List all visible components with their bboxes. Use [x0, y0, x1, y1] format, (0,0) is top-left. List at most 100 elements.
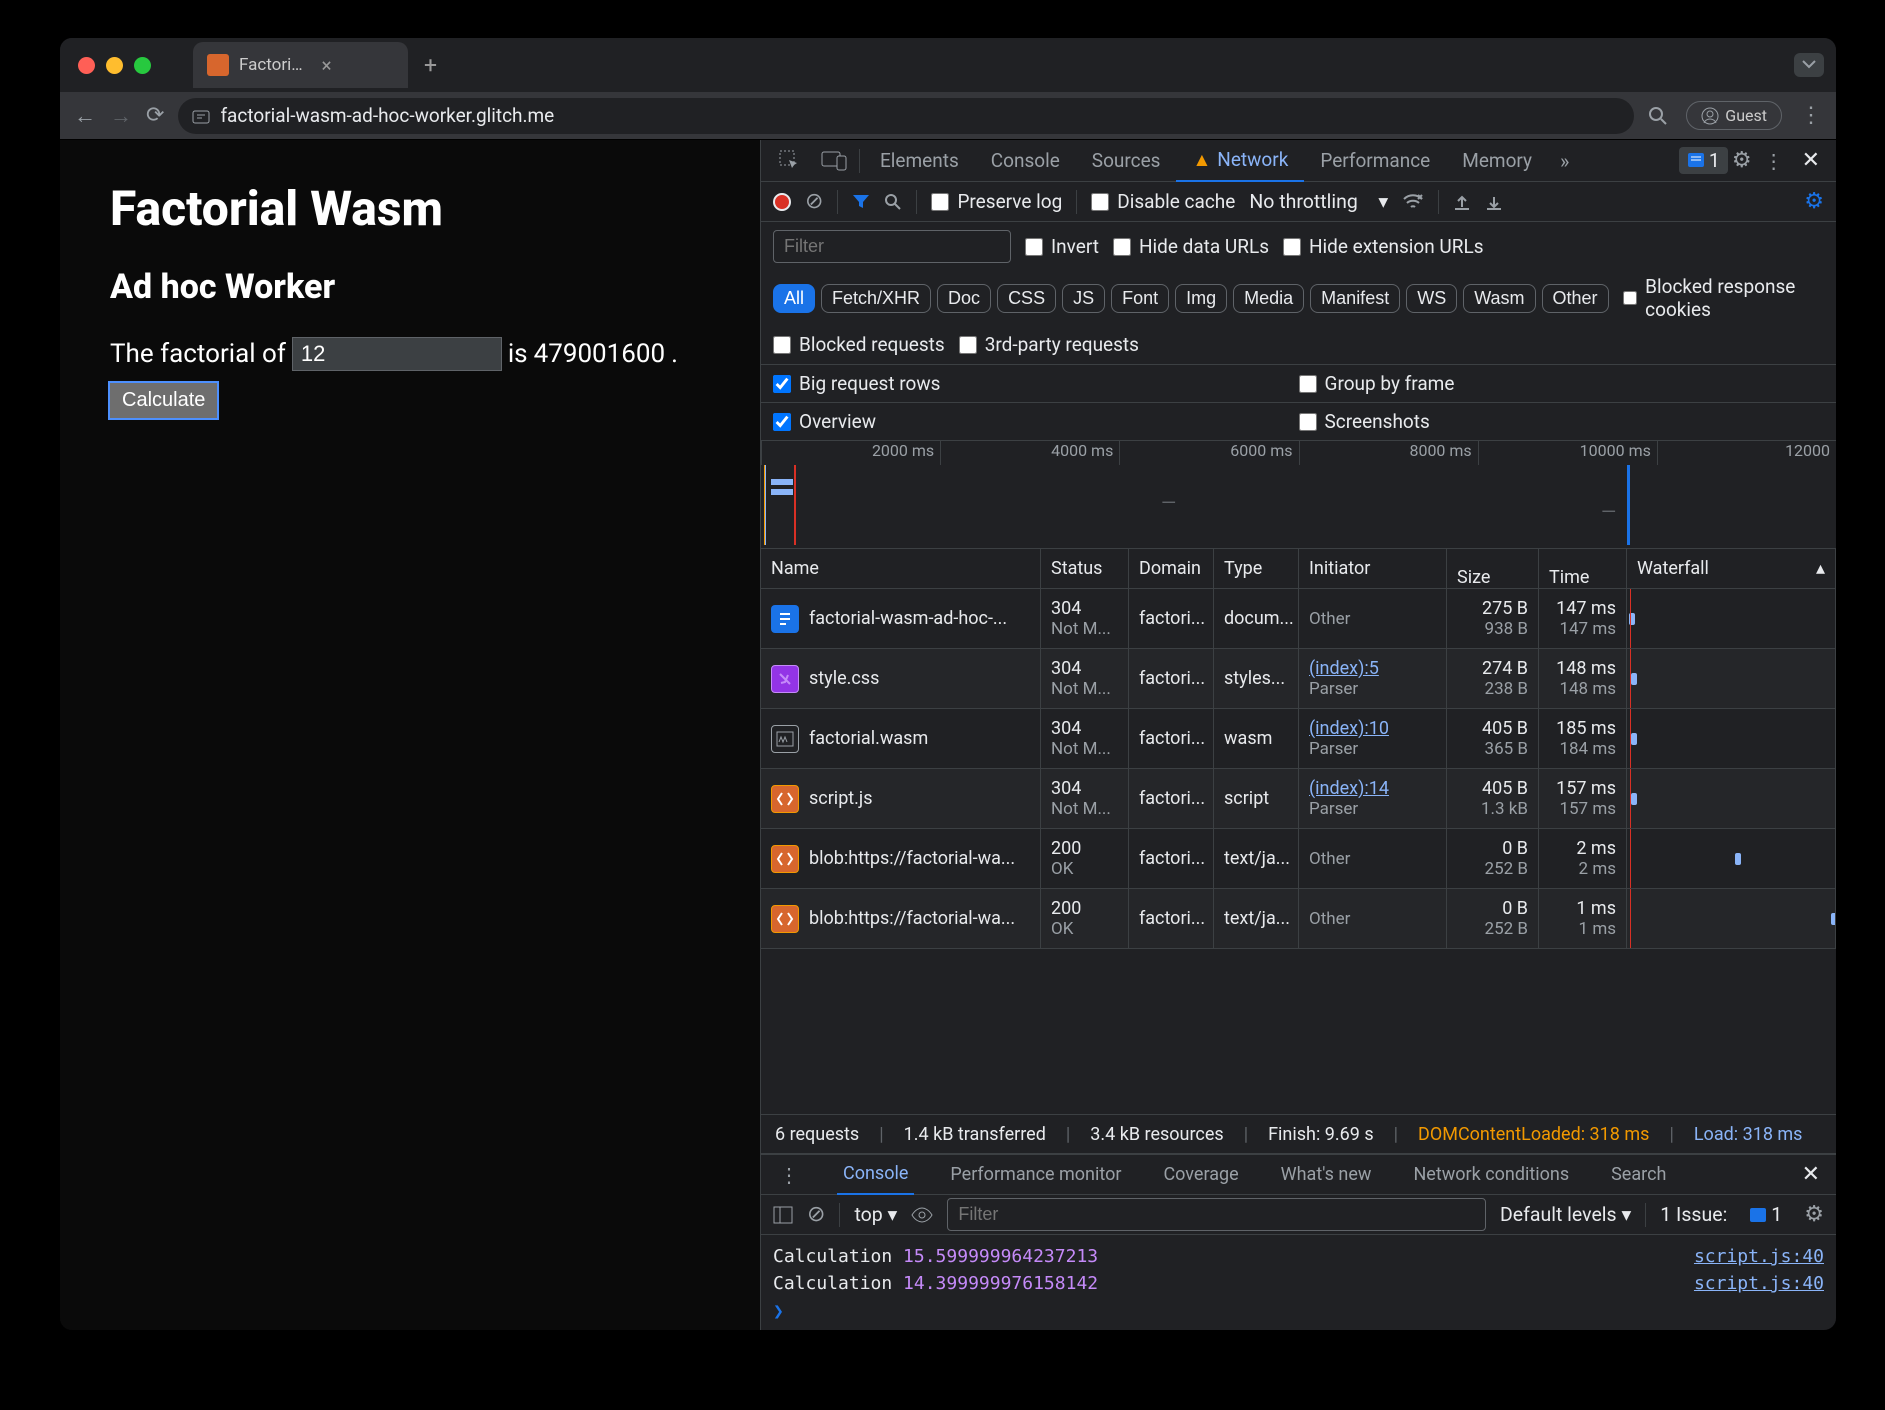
blocked-cookies-checkbox[interactable]: Blocked response cookies	[1623, 275, 1824, 321]
third-party-checkbox[interactable]: 3rd-party requests	[959, 333, 1139, 356]
browser-tab[interactable]: Factorial Wasm (ad hoc Work ×	[193, 42, 408, 88]
col-name[interactable]: Name	[761, 549, 1041, 588]
console-sidebar-icon[interactable]	[773, 1206, 793, 1224]
col-initiator[interactable]: Initiator	[1299, 549, 1447, 588]
tab-sources[interactable]: Sources	[1076, 140, 1177, 182]
chip-other[interactable]: Other	[1542, 284, 1609, 313]
issues-chip[interactable]: 1	[1679, 147, 1728, 174]
throttling-select[interactable]: No throttling ▾	[1249, 190, 1388, 213]
calculate-button[interactable]: Calculate	[110, 383, 217, 418]
console-prompt[interactable]: ❯	[773, 1301, 1824, 1322]
col-time[interactable]: Time	[1539, 549, 1627, 588]
col-size[interactable]: Size	[1447, 549, 1539, 588]
context-select[interactable]: top ▾	[854, 1203, 897, 1226]
reload-button[interactable]: ⟳	[146, 103, 164, 128]
clear-console-icon[interactable]: ⊘	[807, 1202, 825, 1227]
network-request-row[interactable]: factorial.wasm304Not M...factori...wasm(…	[761, 709, 1836, 769]
drawer-tab-performance-monitor[interactable]: Performance monitor	[944, 1155, 1127, 1195]
disable-cache-checkbox[interactable]: Disable cache	[1091, 190, 1235, 213]
screenshots-checkbox[interactable]: Screenshots	[1299, 410, 1825, 433]
drawer-menu-icon[interactable]: ⋮	[771, 1163, 807, 1187]
timeline-overview[interactable]: 2000 ms4000 ms6000 ms8000 ms10000 ms1200…	[761, 441, 1836, 549]
wifi-icon[interactable]	[1402, 193, 1424, 211]
minimize-window-button[interactable]	[106, 57, 123, 74]
console-settings-icon[interactable]: ⚙	[1804, 1202, 1824, 1227]
chip-fetchxhr[interactable]: Fetch/XHR	[821, 284, 931, 313]
tab-performance[interactable]: Performance	[1304, 140, 1446, 182]
col-type[interactable]: Type	[1214, 549, 1299, 588]
network-settings-icon[interactable]: ⚙	[1804, 189, 1824, 214]
devtools-menu-icon[interactable]: ⋮	[1756, 149, 1792, 173]
close-tab-icon[interactable]: ×	[322, 54, 395, 77]
eye-icon[interactable]	[911, 1207, 933, 1223]
chip-doc[interactable]: Doc	[937, 284, 991, 313]
devtools-panel: ElementsConsoleSources▲NetworkPerformanc…	[760, 140, 1836, 1330]
chip-wasm[interactable]: Wasm	[1463, 284, 1535, 313]
fullscreen-window-button[interactable]	[134, 57, 151, 74]
site-info-icon[interactable]	[192, 107, 210, 125]
zoom-icon[interactable]	[1648, 106, 1668, 126]
source-link[interactable]: script.js:40	[1694, 1273, 1824, 1294]
back-button[interactable]: ←	[74, 103, 96, 129]
close-window-button[interactable]	[78, 57, 95, 74]
inspect-element-icon[interactable]	[771, 150, 809, 172]
drawer-tab-console[interactable]: Console	[837, 1155, 914, 1195]
search-icon[interactable]	[884, 193, 902, 211]
hide-data-urls-checkbox[interactable]: Hide data URLs	[1113, 235, 1269, 258]
network-request-row[interactable]: blob:https://factorial-wa...200OKfactori…	[761, 889, 1836, 949]
settings-icon[interactable]: ⚙	[1732, 148, 1752, 173]
chip-font[interactable]: Font	[1111, 284, 1169, 313]
console-filter-input[interactable]	[947, 1198, 1486, 1231]
blocked-requests-checkbox[interactable]: Blocked requests	[773, 333, 945, 356]
network-summary: 6 requests| 1.4 kB transferred| 3.4 kB r…	[761, 1114, 1836, 1154]
download-har-icon[interactable]	[1485, 193, 1503, 211]
chip-js[interactable]: JS	[1062, 284, 1105, 313]
address-bar[interactable]: factorial-wasm-ad-hoc-worker.glitch.me	[178, 98, 1634, 134]
drawer-tab-what's-new[interactable]: What's new	[1275, 1155, 1378, 1195]
forward-button[interactable]: →	[110, 103, 132, 129]
network-request-row[interactable]: blob:https://factorial-wa...200OKfactori…	[761, 829, 1836, 889]
tab-memory[interactable]: Memory	[1446, 140, 1548, 182]
invert-checkbox[interactable]: Invert	[1025, 235, 1099, 258]
tab-elements[interactable]: Elements	[864, 140, 975, 182]
overview-checkbox[interactable]: Overview	[773, 410, 1299, 433]
chip-ws[interactable]: WS	[1406, 284, 1457, 313]
console-issue-chip[interactable]: 1	[1741, 1201, 1790, 1228]
log-levels-select[interactable]: Default levels ▾	[1500, 1203, 1631, 1226]
preserve-log-checkbox[interactable]: Preserve log	[931, 190, 1062, 213]
network-request-row[interactable]: script.js304Not M...factori...script(ind…	[761, 769, 1836, 829]
group-by-frame-checkbox[interactable]: Group by frame	[1299, 372, 1825, 395]
chip-css[interactable]: CSS	[997, 284, 1056, 313]
clear-icon[interactable]: ⊘	[805, 189, 823, 214]
close-devtools-icon[interactable]: ✕	[1796, 148, 1826, 173]
big-rows-checkbox[interactable]: Big request rows	[773, 372, 1299, 395]
drawer-tab-coverage[interactable]: Coverage	[1157, 1155, 1244, 1195]
filter-toggle-icon[interactable]	[852, 194, 870, 210]
new-tab-button[interactable]: +	[414, 52, 447, 79]
network-request-row[interactable]: factorial-wasm-ad-hoc-...304Not M...fact…	[761, 589, 1836, 649]
source-link[interactable]: script.js:40	[1694, 1246, 1824, 1267]
expand-tabs-button[interactable]	[1794, 53, 1824, 77]
drawer-tab-search[interactable]: Search	[1605, 1155, 1672, 1195]
col-domain[interactable]: Domain	[1129, 549, 1214, 588]
hide-extension-urls-checkbox[interactable]: Hide extension URLs	[1283, 235, 1484, 258]
network-filter-input[interactable]	[773, 230, 1011, 263]
col-waterfall[interactable]: Waterfall▴	[1627, 549, 1836, 588]
network-request-row[interactable]: style.css304Not M...factori...styles...(…	[761, 649, 1836, 709]
profile-chip[interactable]: Guest	[1686, 101, 1782, 130]
tab-network[interactable]: ▲Network	[1176, 140, 1304, 182]
upload-har-icon[interactable]	[1453, 193, 1471, 211]
chip-manifest[interactable]: Manifest	[1310, 284, 1400, 313]
chip-media[interactable]: Media	[1233, 284, 1304, 313]
record-button[interactable]	[773, 193, 791, 211]
tab-console[interactable]: Console	[975, 140, 1076, 182]
factorial-input[interactable]	[292, 337, 502, 371]
close-drawer-icon[interactable]: ✕	[1796, 1162, 1826, 1187]
more-tabs-icon[interactable]: »	[1552, 149, 1577, 173]
chip-all[interactable]: All	[773, 284, 815, 313]
chip-img[interactable]: Img	[1175, 284, 1227, 313]
col-status[interactable]: Status	[1041, 549, 1129, 588]
browser-menu-icon[interactable]: ⋮	[1800, 103, 1822, 128]
device-toggle-icon[interactable]	[813, 151, 855, 171]
drawer-tab-network-conditions[interactable]: Network conditions	[1407, 1155, 1575, 1195]
